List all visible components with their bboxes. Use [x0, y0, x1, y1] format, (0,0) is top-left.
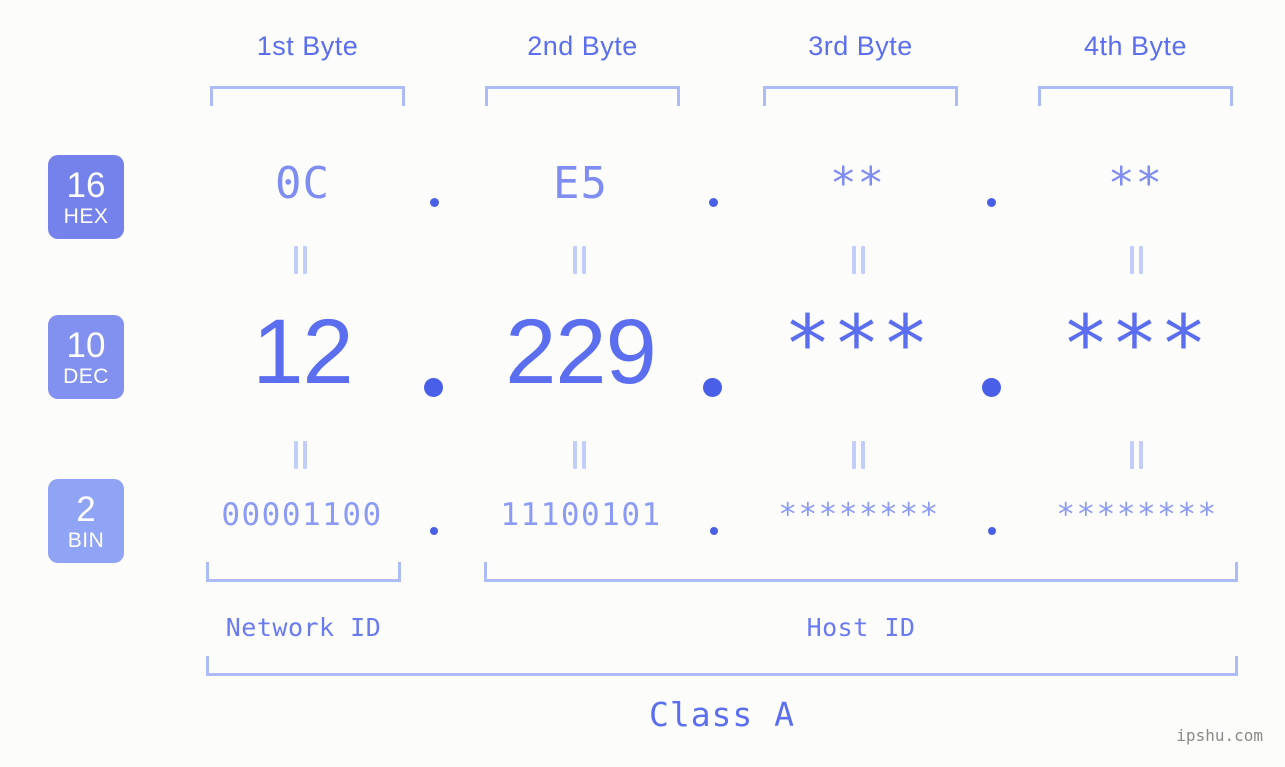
bin-value-byte-3: ********: [778, 497, 940, 533]
hex-separator-dot-3: [987, 198, 996, 207]
base-badge-bin[interactable]: 2 BIN: [48, 479, 124, 563]
class-bracket: [206, 656, 1238, 676]
network-id-label: Network ID: [225, 613, 382, 642]
equals-mark-dec-bin-3: [851, 441, 866, 469]
network-id-bracket: [206, 562, 401, 582]
equals-mark-dec-bin-2: [572, 441, 587, 469]
equals-mark-hex-dec-4: [1129, 246, 1144, 274]
byte-header-label-3: 3rd Byte: [808, 31, 913, 61]
dec-value-byte-4: ***: [1062, 300, 1209, 390]
ip-address-diagram: 1st Byte 2nd Byte 3rd Byte 4th Byte 16 H…: [0, 0, 1285, 767]
bin-separator-dot-3: [988, 527, 996, 535]
dec-separator-dot-2: [703, 378, 722, 397]
base-badge-hex-name: HEX: [63, 204, 109, 228]
dec-value-byte-2: 229: [505, 301, 657, 403]
dec-separator-dot-1: [424, 378, 443, 397]
class-label: Class A: [648, 695, 796, 734]
equals-mark-hex-dec-3: [851, 246, 866, 274]
bin-separator-dot-2: [710, 527, 718, 535]
equals-mark-hex-dec-1: [293, 246, 308, 274]
dec-separator-dot-3: [982, 378, 1001, 397]
byte-bracket-2: [485, 86, 680, 106]
byte-bracket-4: [1038, 86, 1233, 106]
base-badge-dec-name: DEC: [63, 364, 109, 388]
base-badge-hex[interactable]: 16 HEX: [48, 155, 124, 239]
hex-value-byte-4: **: [1108, 158, 1163, 209]
host-id-bracket: [484, 562, 1238, 582]
hex-value-byte-1: 0C: [275, 158, 330, 209]
hex-separator-dot-1: [430, 198, 439, 207]
byte-header-label-1: 1st Byte: [256, 31, 359, 61]
base-badge-bin-number: 2: [76, 489, 96, 529]
bin-separator-dot-1: [430, 527, 438, 535]
byte-header-label-4: 4th Byte: [1083, 31, 1188, 61]
byte-header-label-2: 2nd Byte: [527, 31, 638, 61]
byte-bracket-1: [210, 86, 405, 106]
bin-value-byte-2: 11100101: [500, 497, 662, 533]
bin-value-byte-4: ********: [1056, 497, 1218, 533]
site-watermark: ipshu.com: [1176, 726, 1263, 745]
hex-separator-dot-2: [709, 198, 718, 207]
hex-value-byte-3: **: [830, 158, 885, 209]
bin-value-byte-1: 00001100: [221, 497, 383, 533]
base-badge-dec[interactable]: 10 DEC: [48, 315, 124, 399]
byte-bracket-3: [763, 86, 958, 106]
equals-mark-dec-bin-4: [1129, 441, 1144, 469]
host-id-label: Host ID: [806, 613, 916, 642]
base-badge-dec-number: 10: [66, 325, 106, 365]
equals-mark-dec-bin-1: [293, 441, 308, 469]
base-badge-hex-number: 16: [66, 165, 106, 205]
base-badge-bin-name: BIN: [67, 528, 105, 552]
hex-value-byte-2: E5: [553, 158, 608, 209]
equals-mark-hex-dec-2: [572, 246, 587, 274]
dec-value-byte-3: ***: [784, 300, 931, 390]
dec-value-byte-1: 12: [252, 301, 353, 403]
